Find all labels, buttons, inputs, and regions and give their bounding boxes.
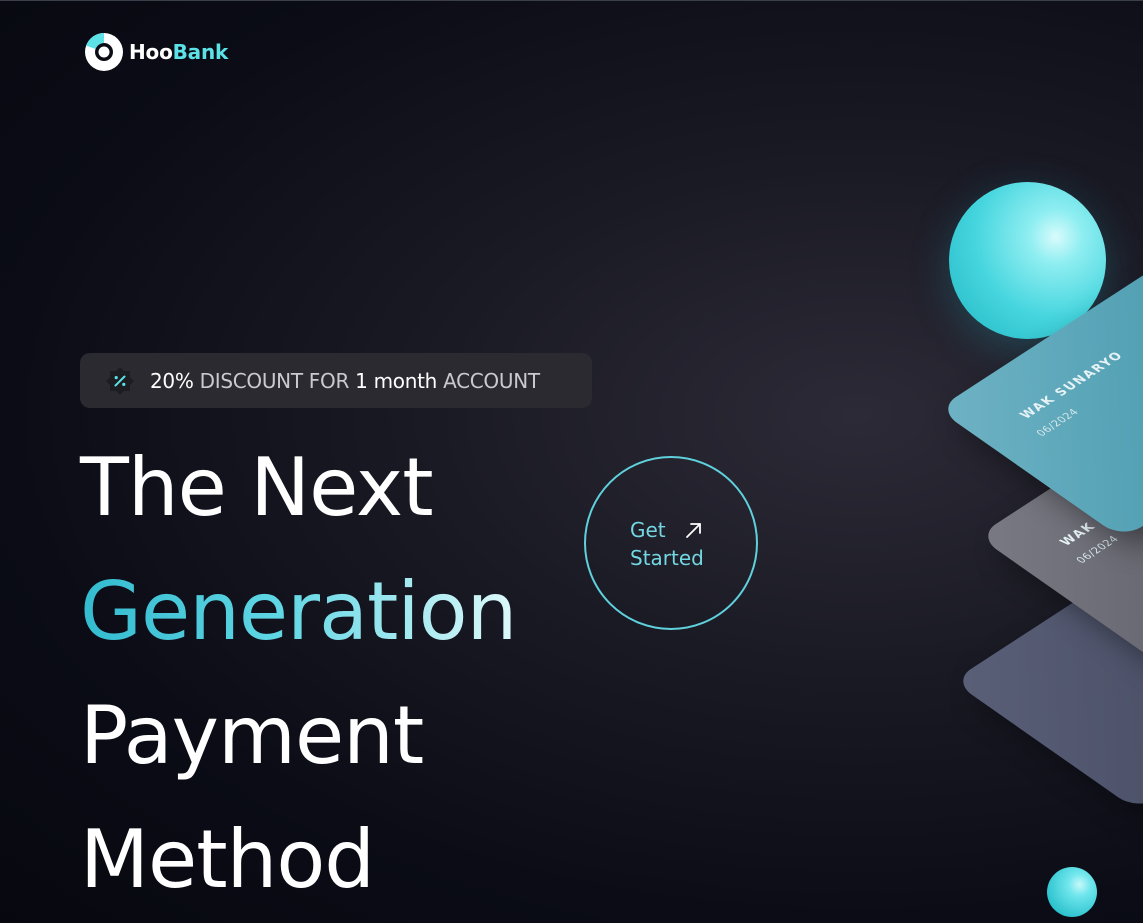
discount-amount: 20%: [150, 368, 194, 393]
logo[interactable]: HooBank: [84, 31, 228, 73]
headline-line-4: Method: [80, 813, 375, 906]
headline-line-3: Payment: [80, 689, 424, 782]
arrow-up-right-icon: [685, 523, 701, 538]
discount-text: 20% DISCOUNT FOR 1 month ACCOUNT: [150, 369, 540, 393]
headline-line-2: Generation: [80, 550, 517, 674]
discount-label-1: DISCOUNT FOR: [193, 368, 356, 393]
get-started-button[interactable]: Get Started: [584, 456, 758, 630]
get-started-line-2: Started: [630, 546, 704, 570]
hoobank-logo-icon: [85, 32, 123, 71]
headline-line-1: The Next: [80, 441, 434, 534]
brand-name: HooBank: [129, 40, 229, 64]
discount-icon: [106, 366, 134, 395]
discount-banner: 20% DISCOUNT FOR 1 month ACCOUNT: [80, 353, 592, 408]
discount-label-2: ACCOUNT: [437, 368, 540, 393]
decorative-sphere-small: [1047, 867, 1097, 917]
discount-duration: 1 month: [355, 368, 438, 393]
hero-headline: The Next Generation Payment Method: [80, 426, 517, 922]
get-started-label: Get Started: [630, 516, 704, 572]
get-started-line-1: Get: [630, 518, 666, 542]
